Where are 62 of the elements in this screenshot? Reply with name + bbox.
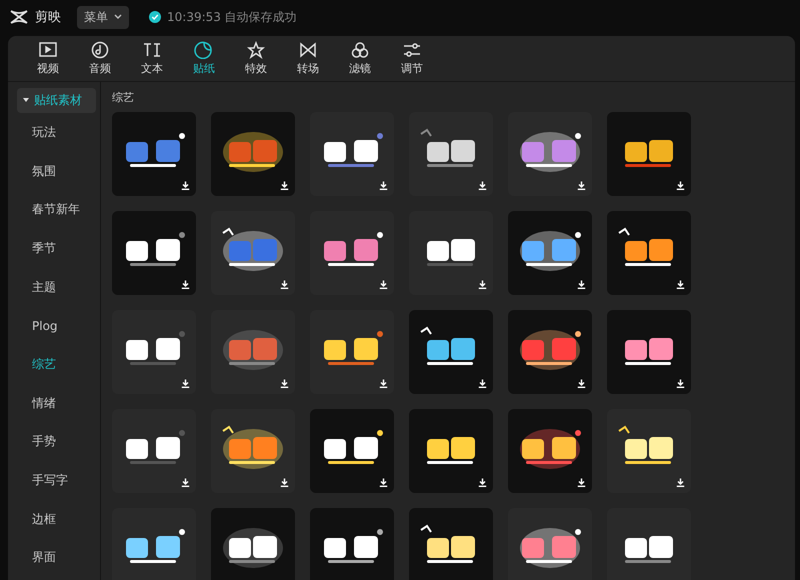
- download-icon[interactable]: [478, 478, 487, 487]
- tab[interactable]: 视频: [27, 36, 69, 81]
- category-header[interactable]: 贴纸素材: [17, 88, 96, 113]
- download-icon[interactable]: [577, 280, 586, 289]
- music-icon: [90, 41, 110, 59]
- tab[interactable]: 滤镜: [339, 36, 381, 81]
- sidebar-item[interactable]: 界面: [8, 538, 100, 578]
- tab[interactable]: 特效: [235, 36, 277, 81]
- download-icon[interactable]: [478, 280, 487, 289]
- tab[interactable]: 调节: [391, 36, 433, 81]
- tab[interactable]: 音频: [79, 36, 121, 81]
- sidebar-item[interactable]: 手势: [8, 422, 100, 462]
- download-icon[interactable]: [181, 379, 190, 388]
- sidebar-item[interactable]: 情绪: [8, 384, 100, 422]
- download-icon[interactable]: [280, 280, 289, 289]
- menu-button[interactable]: 菜单: [77, 6, 129, 28]
- sidebar-item[interactable]: 边框: [8, 500, 100, 539]
- sidebar-item[interactable]: 季节: [8, 229, 100, 268]
- download-icon[interactable]: [577, 181, 586, 190]
- sidebar-item[interactable]: 手写字: [8, 461, 100, 500]
- tab[interactable]: 贴纸: [183, 36, 225, 81]
- tab[interactable]: 转场: [287, 36, 329, 81]
- section-title: 综艺: [112, 90, 135, 105]
- download-icon[interactable]: [280, 478, 289, 487]
- video-icon: [38, 41, 58, 59]
- sliders-icon: [402, 41, 422, 59]
- save-status: 10:39:53 自动保存成功: [167, 8, 297, 26]
- star-icon: [246, 41, 266, 59]
- check-icon: [149, 11, 161, 23]
- caret-icon: [23, 98, 29, 103]
- download-icon[interactable]: [280, 379, 289, 388]
- sidebar-item[interactable]: 春节新年: [8, 190, 100, 230]
- circles-icon: [350, 41, 370, 59]
- download-icon[interactable]: [379, 478, 388, 487]
- download-icon[interactable]: [676, 181, 685, 190]
- sidebar-item[interactable]: 玩法: [8, 113, 100, 152]
- sidebar-item[interactable]: 主题: [8, 268, 100, 306]
- download-icon[interactable]: [577, 379, 586, 388]
- text-icon: [142, 41, 162, 59]
- download-icon[interactable]: [181, 478, 190, 487]
- download-icon[interactable]: [181, 280, 190, 289]
- download-icon[interactable]: [181, 181, 190, 190]
- download-icon[interactable]: [280, 181, 289, 190]
- bowtie-icon: [298, 41, 318, 59]
- download-icon[interactable]: [676, 478, 685, 487]
- tab[interactable]: 文本: [131, 36, 173, 81]
- download-icon[interactable]: [676, 280, 685, 289]
- logo-icon: [9, 9, 29, 25]
- app-name: 剪映: [35, 9, 61, 26]
- sidebar-item[interactable]: Plog: [8, 306, 100, 346]
- download-icon[interactable]: [577, 478, 586, 487]
- download-icon[interactable]: [478, 181, 487, 190]
- download-icon[interactable]: [379, 280, 388, 289]
- sidebar-item[interactable]: 氛围: [8, 152, 100, 190]
- download-icon[interactable]: [379, 379, 388, 388]
- caret-icon: [114, 14, 122, 20]
- download-icon[interactable]: [676, 379, 685, 388]
- category-header-label: 贴纸素材: [34, 92, 82, 109]
- download-icon[interactable]: [478, 379, 487, 388]
- sticker-icon: [194, 41, 214, 59]
- sidebar-item[interactable]: 综艺: [8, 345, 100, 384]
- download-icon[interactable]: [379, 181, 388, 190]
